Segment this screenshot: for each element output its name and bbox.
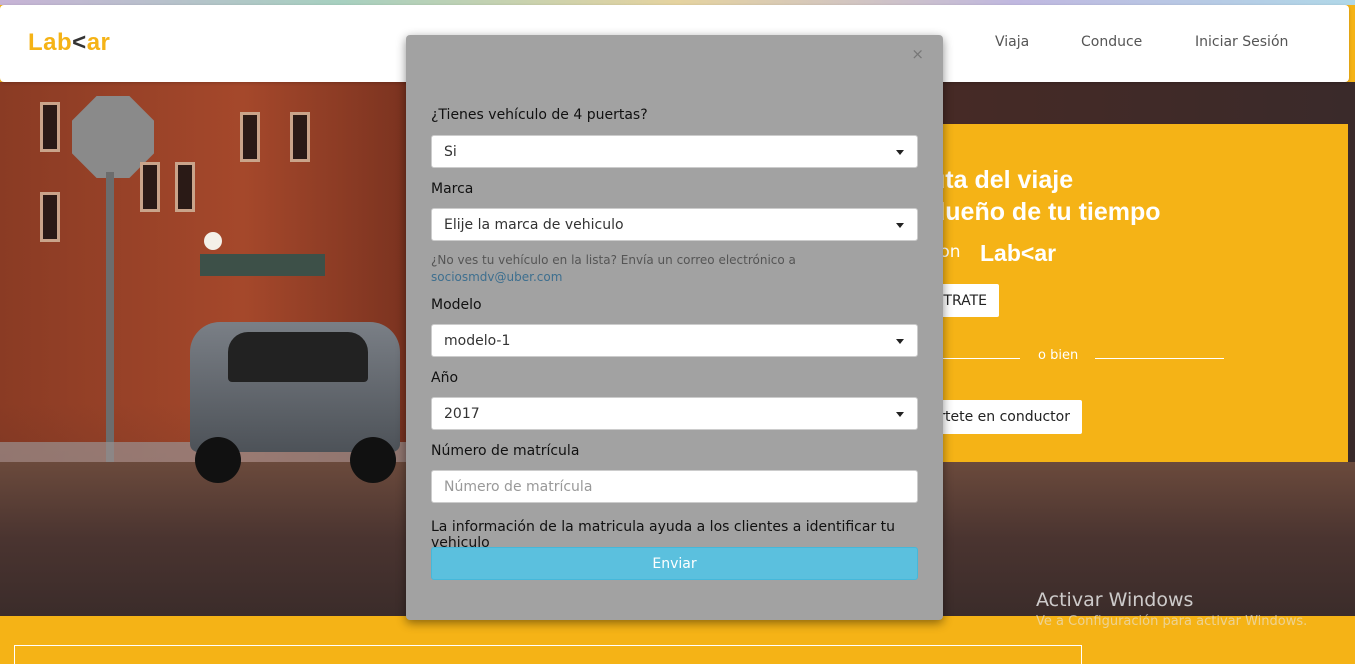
brand-select-value: Elije la marca de vehiculo [444,216,624,233]
brand-label: Marca [431,181,474,197]
close-icon[interactable]: × [911,45,924,63]
plate-label: Número de matrícula [431,443,580,459]
doors-select[interactable]: Si [431,135,918,168]
caret-down-icon [896,339,904,344]
caret-down-icon [896,412,904,417]
plate-input[interactable]: Número de matrícula [431,470,918,503]
year-label: Año [431,370,459,386]
year-select[interactable]: 2017 [431,397,918,430]
caret-down-icon [896,150,904,155]
brand-help-text: ¿No ves tu vehículo en la lista? Envía u… [431,252,831,286]
brand-select[interactable]: Elije la marca de vehiculo [431,208,918,241]
year-select-value: 2017 [444,405,480,422]
caret-down-icon [896,223,904,228]
help-email-link[interactable]: sociosmdv@uber.com [431,269,831,286]
submit-button[interactable]: Enviar [431,547,918,580]
model-label: Modelo [431,297,482,313]
doors-label: ¿Tienes vehículo de 4 puertas? [431,107,648,123]
doors-select-value: Si [444,143,457,160]
vehicle-registration-modal: × ¿Tienes vehículo de 4 puertas? Si Marc… [406,35,943,620]
model-select-value: modelo-1 [444,332,511,349]
model-select[interactable]: modelo-1 [431,324,918,357]
plate-input-placeholder: Número de matrícula [444,478,593,495]
help-text-line: ¿No ves tu vehículo en la lista? Envía u… [431,253,796,267]
